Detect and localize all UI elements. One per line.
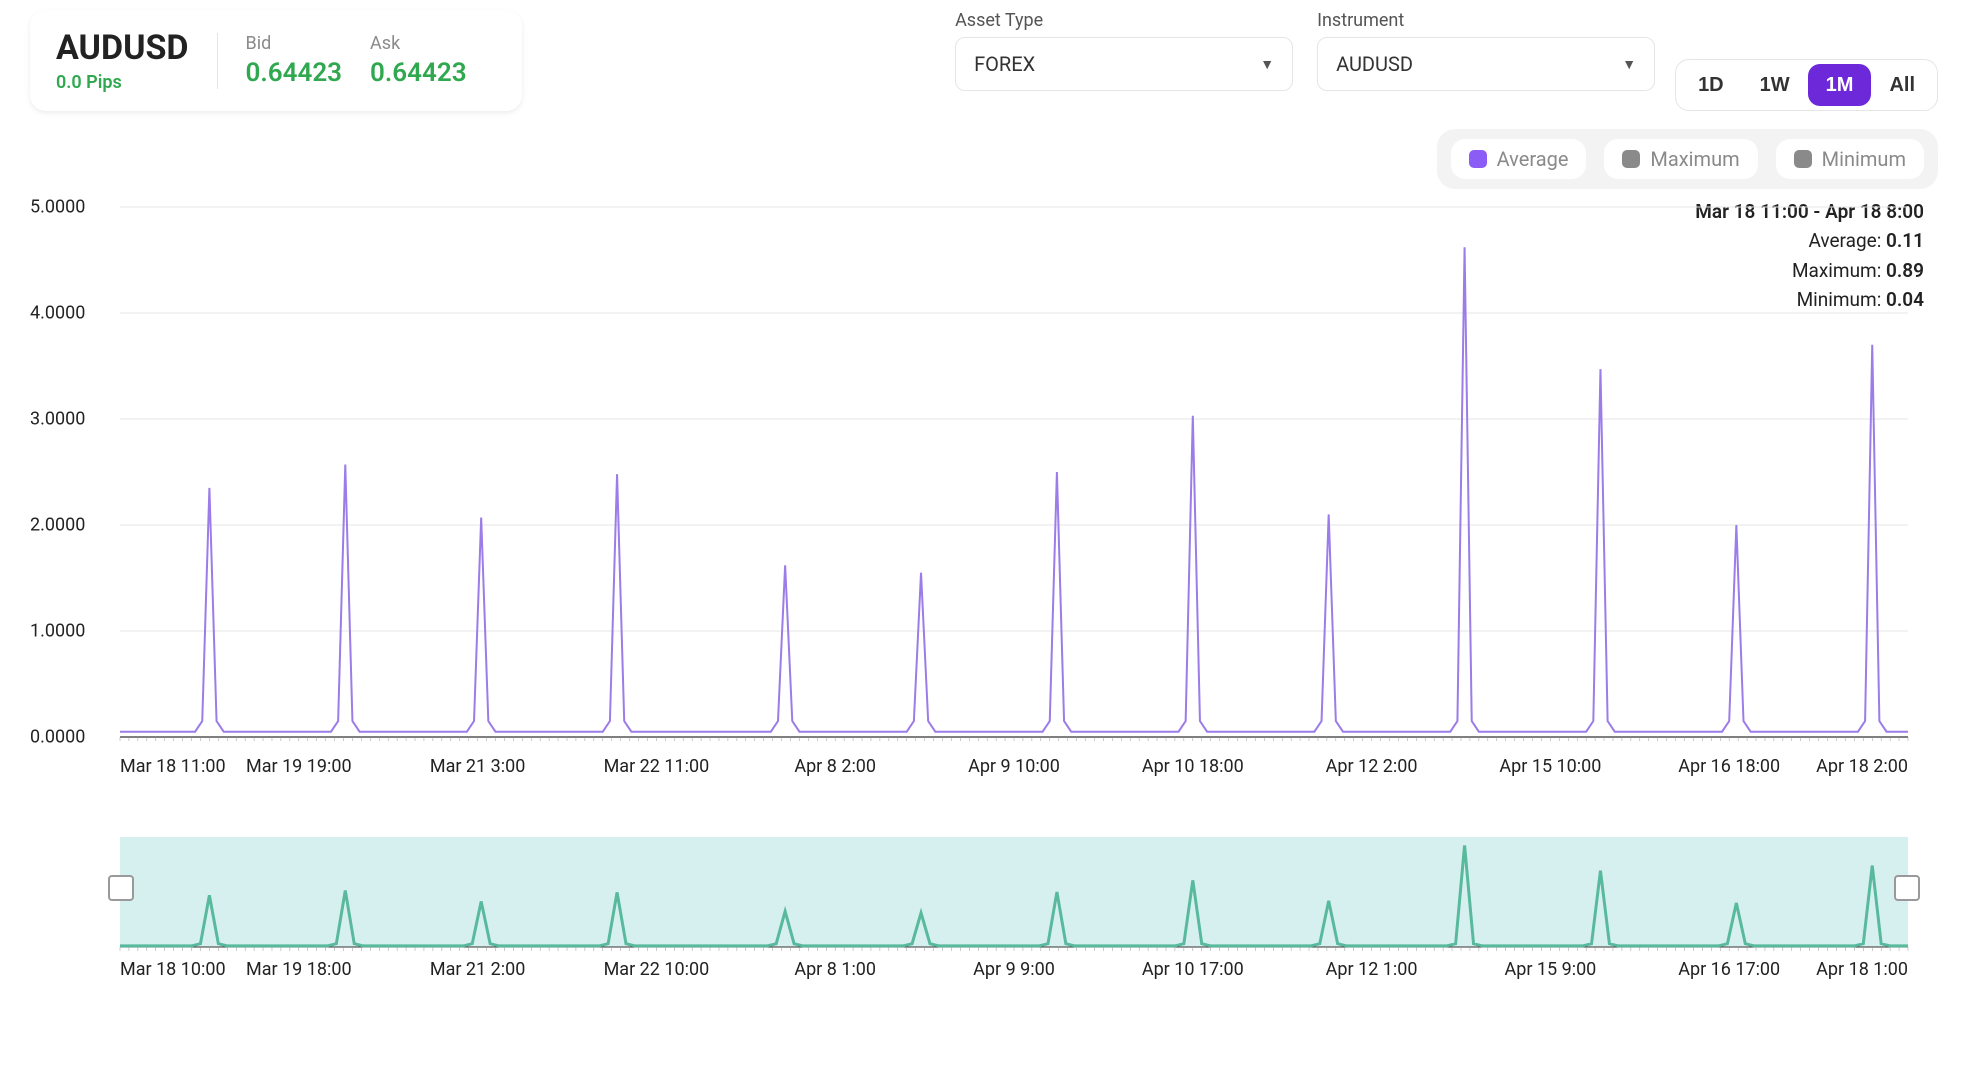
bid-block: Bid 0.64423 [246, 33, 343, 88]
x-tick: Apr 8 2:00 [794, 756, 876, 777]
legend-minimum-label: Minimum [1822, 147, 1906, 171]
timeframe-1m[interactable]: 1M [1808, 64, 1872, 106]
symbol: AUDUSD [56, 28, 189, 68]
x-tick: Mar 22 11:00 [604, 756, 710, 777]
ask-label: Ask [370, 33, 467, 54]
chevron-down-icon: ▼ [1622, 56, 1636, 73]
x-tick: Apr 9 10:00 [968, 756, 1060, 777]
legend-maximum-label: Maximum [1650, 147, 1739, 171]
instrument-select[interactable]: AUDUSD ▼ [1317, 37, 1655, 91]
separator [217, 33, 218, 89]
quote-left: AUDUSD 0.0 Pips [56, 28, 189, 93]
ask-block: Ask 0.64423 [370, 33, 467, 88]
range-x-tick: Apr 8 1:00 [794, 959, 876, 980]
range-selector[interactable]: Mar 18 10:00 Mar 19 18:00 Mar 21 2:00 Mar 2… [30, 837, 1938, 1002]
range-x-tick: Apr 16 17:00 [1678, 959, 1780, 980]
x-tick: Apr 18 2:00 [1816, 756, 1908, 777]
x-tick: Mar 19 19:00 [246, 756, 352, 777]
x-tick: Apr 16 18:00 [1678, 756, 1780, 777]
square-icon [1794, 150, 1812, 168]
instrument-label: Instrument [1317, 10, 1655, 31]
x-tick: Apr 10 18:00 [1142, 756, 1244, 777]
ask-value: 0.64423 [370, 58, 467, 88]
main-chart[interactable]: Mar 18 11:00 - Apr 18 8:00 Average: 0.11… [30, 197, 1938, 777]
x-tick: Mar 18 11:00 [120, 756, 226, 777]
range-x-tick: Mar 21 2:00 [430, 959, 525, 980]
range-x-tick: Mar 22 10:00 [604, 959, 710, 980]
asset-type-label: Asset Type [955, 10, 1293, 31]
quote-card: AUDUSD 0.0 Pips Bid 0.64423 Ask 0.64423 [30, 10, 522, 111]
instrument-value: AUDUSD [1336, 52, 1413, 76]
instrument-group: Instrument AUDUSD ▼ [1317, 10, 1655, 91]
asset-type-select[interactable]: FOREX ▼ [955, 37, 1293, 91]
range-x-tick: Apr 12 1:00 [1326, 959, 1418, 980]
pips: 0.0 Pips [56, 72, 189, 93]
x-tick: Apr 15 10:00 [1499, 756, 1601, 777]
timeframe-1w[interactable]: 1W [1742, 64, 1808, 106]
selectors: Asset Type FOREX ▼ Instrument AUDUSD ▼ [955, 10, 1655, 91]
asset-type-group: Asset Type FOREX ▼ [955, 10, 1293, 91]
bid-value: 0.64423 [246, 58, 343, 88]
range-x-tick: Apr 9 9:00 [973, 959, 1055, 980]
range-x-tick: Apr 10 17:00 [1142, 959, 1244, 980]
x-tick: Mar 21 3:00 [430, 756, 525, 777]
range-x-tick: Apr 18 1:00 [1816, 959, 1908, 980]
asset-type-value: FOREX [974, 52, 1035, 76]
range-x-tick: Apr 15 9:00 [1504, 959, 1596, 980]
legend-average[interactable]: Average [1451, 139, 1587, 179]
range-x-tick: Mar 19 18:00 [246, 959, 352, 980]
x-tick: Apr 12 2:00 [1326, 756, 1418, 777]
range-x-tick: Mar 18 10:00 [120, 959, 226, 980]
timeframe-1d[interactable]: 1D [1680, 64, 1742, 106]
legend-maximum[interactable]: Maximum [1604, 139, 1757, 179]
legend-average-label: Average [1497, 147, 1569, 171]
timeframe-switch: 1D 1W 1M All [1675, 59, 1938, 111]
bid-label: Bid [246, 33, 343, 54]
chevron-down-icon: ▼ [1260, 56, 1274, 73]
timeframe-all[interactable]: All [1871, 64, 1933, 106]
legend-minimum[interactable]: Minimum [1776, 139, 1924, 179]
legend: Average Maximum Minimum [1437, 129, 1938, 189]
square-icon [1469, 150, 1487, 168]
top-bar: AUDUSD 0.0 Pips Bid 0.64423 Ask 0.64423 … [30, 10, 1938, 111]
square-icon [1622, 150, 1640, 168]
